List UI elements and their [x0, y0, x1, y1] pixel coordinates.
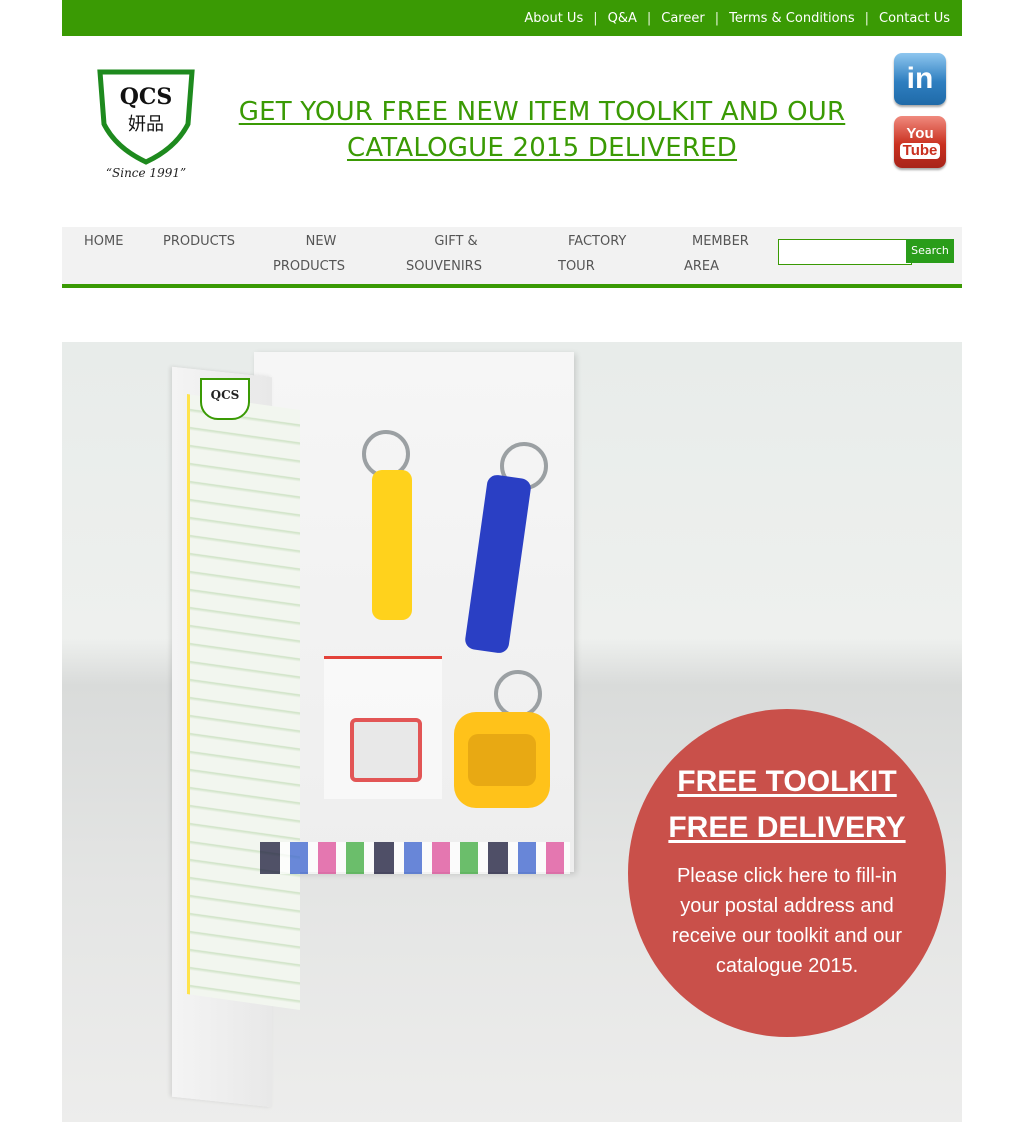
logo-shield-icon: QCS 妍品	[97, 69, 195, 165]
nav-gift-line2: SOUVENIRS	[406, 259, 482, 274]
nav-factory-tour[interactable]: FACTORY TOUR	[558, 229, 627, 279]
nav-new-products[interactable]: NEW PRODUCTS	[272, 229, 346, 279]
keyring-icon	[494, 670, 542, 718]
catalogue-image	[187, 394, 300, 1010]
yellow-strap-image	[372, 470, 412, 620]
stamp-sample-image	[350, 718, 422, 782]
youtube-label-inner: You Tube	[899, 124, 941, 159]
free-toolkit-circle[interactable]: FREE TOOLKIT FREE DELIVERY Please click …	[628, 709, 946, 1037]
career-link[interactable]: Career	[661, 11, 704, 26]
color-chart-strip	[260, 842, 570, 874]
main-nav: HOME PRODUCTS NEW PRODUCTS GIFT & SOUVEN…	[62, 227, 962, 288]
nav-products[interactable]: PRODUCTS	[162, 229, 236, 254]
nav-new-products-line1: NEW	[305, 234, 337, 249]
logo-since: “Since 1991”	[105, 166, 187, 180]
nav-member-line2: AREA	[684, 259, 720, 274]
nav-member-area[interactable]: MEMBER AREA	[682, 229, 749, 279]
separator: |	[714, 10, 720, 26]
about-us-link[interactable]: About Us	[524, 11, 583, 26]
headline-line1: GET YOUR FREE NEW ITEM TOOLKIT AND OUR	[238, 97, 846, 127]
nav-new-products-line2: PRODUCTS	[273, 259, 345, 274]
nav-home-label: HOME	[84, 234, 124, 249]
headline-link[interactable]: GET YOUR FREE NEW ITEM TOOLKIT AND OUR C…	[232, 94, 852, 166]
contact-us-link[interactable]: Contact Us	[879, 11, 950, 26]
search-input[interactable]	[778, 239, 912, 265]
headline-line2: CATALOGUE 2015 DELIVERED	[346, 133, 738, 163]
square-keychain-inner	[468, 734, 536, 786]
youtube-icon[interactable]: You Tube	[894, 116, 946, 168]
nav-home[interactable]: HOME	[84, 229, 124, 254]
qcs-logo[interactable]: QCS 妍品 “Since 1991”	[96, 66, 196, 186]
separator: |	[593, 10, 598, 26]
nav-gift-line1: GIFT &	[434, 234, 478, 249]
nav-factory-line1: FACTORY	[568, 234, 627, 249]
nav-factory-line2: TOUR	[558, 259, 595, 274]
linkedin-icon[interactable]: in	[894, 53, 946, 105]
linkedin-label: in	[906, 62, 934, 95]
youtube-label-bottom: Tube	[899, 142, 941, 159]
separator: |	[864, 10, 869, 26]
logo-chinese: 妍品	[128, 114, 164, 135]
nav-gift-souvenirs[interactable]: GIFT & SOUVENIRS	[406, 229, 482, 279]
nav-products-label: PRODUCTS	[163, 234, 235, 249]
board-logo-image: QCS	[200, 378, 250, 420]
top-links: About Us | Q&A | Career | Terms & Condit…	[524, 0, 950, 36]
logo-brand: QCS	[120, 84, 173, 110]
circle-title-2: FREE DELIVERY	[668, 811, 906, 844]
square-keychain-image	[454, 712, 550, 808]
nav-member-line1: MEMBER	[692, 234, 749, 249]
search-button[interactable]: Search	[906, 239, 954, 263]
qa-link[interactable]: Q&A	[608, 11, 637, 26]
separator: |	[646, 10, 652, 26]
youtube-label-top: You	[906, 124, 934, 142]
circle-body-text: Please click here to fill-in your postal…	[671, 865, 903, 977]
top-bar: About Us | Q&A | Career | Terms & Condit…	[62, 0, 962, 36]
toolkit-banner[interactable]: QCS FREE TOOLKIT FREE DELIVERY Please cl…	[62, 342, 962, 1122]
circle-title-1: FREE TOOLKIT	[677, 765, 897, 798]
terms-link[interactable]: Terms & Conditions	[729, 11, 855, 26]
youtube-label: You Tube	[894, 116, 946, 168]
